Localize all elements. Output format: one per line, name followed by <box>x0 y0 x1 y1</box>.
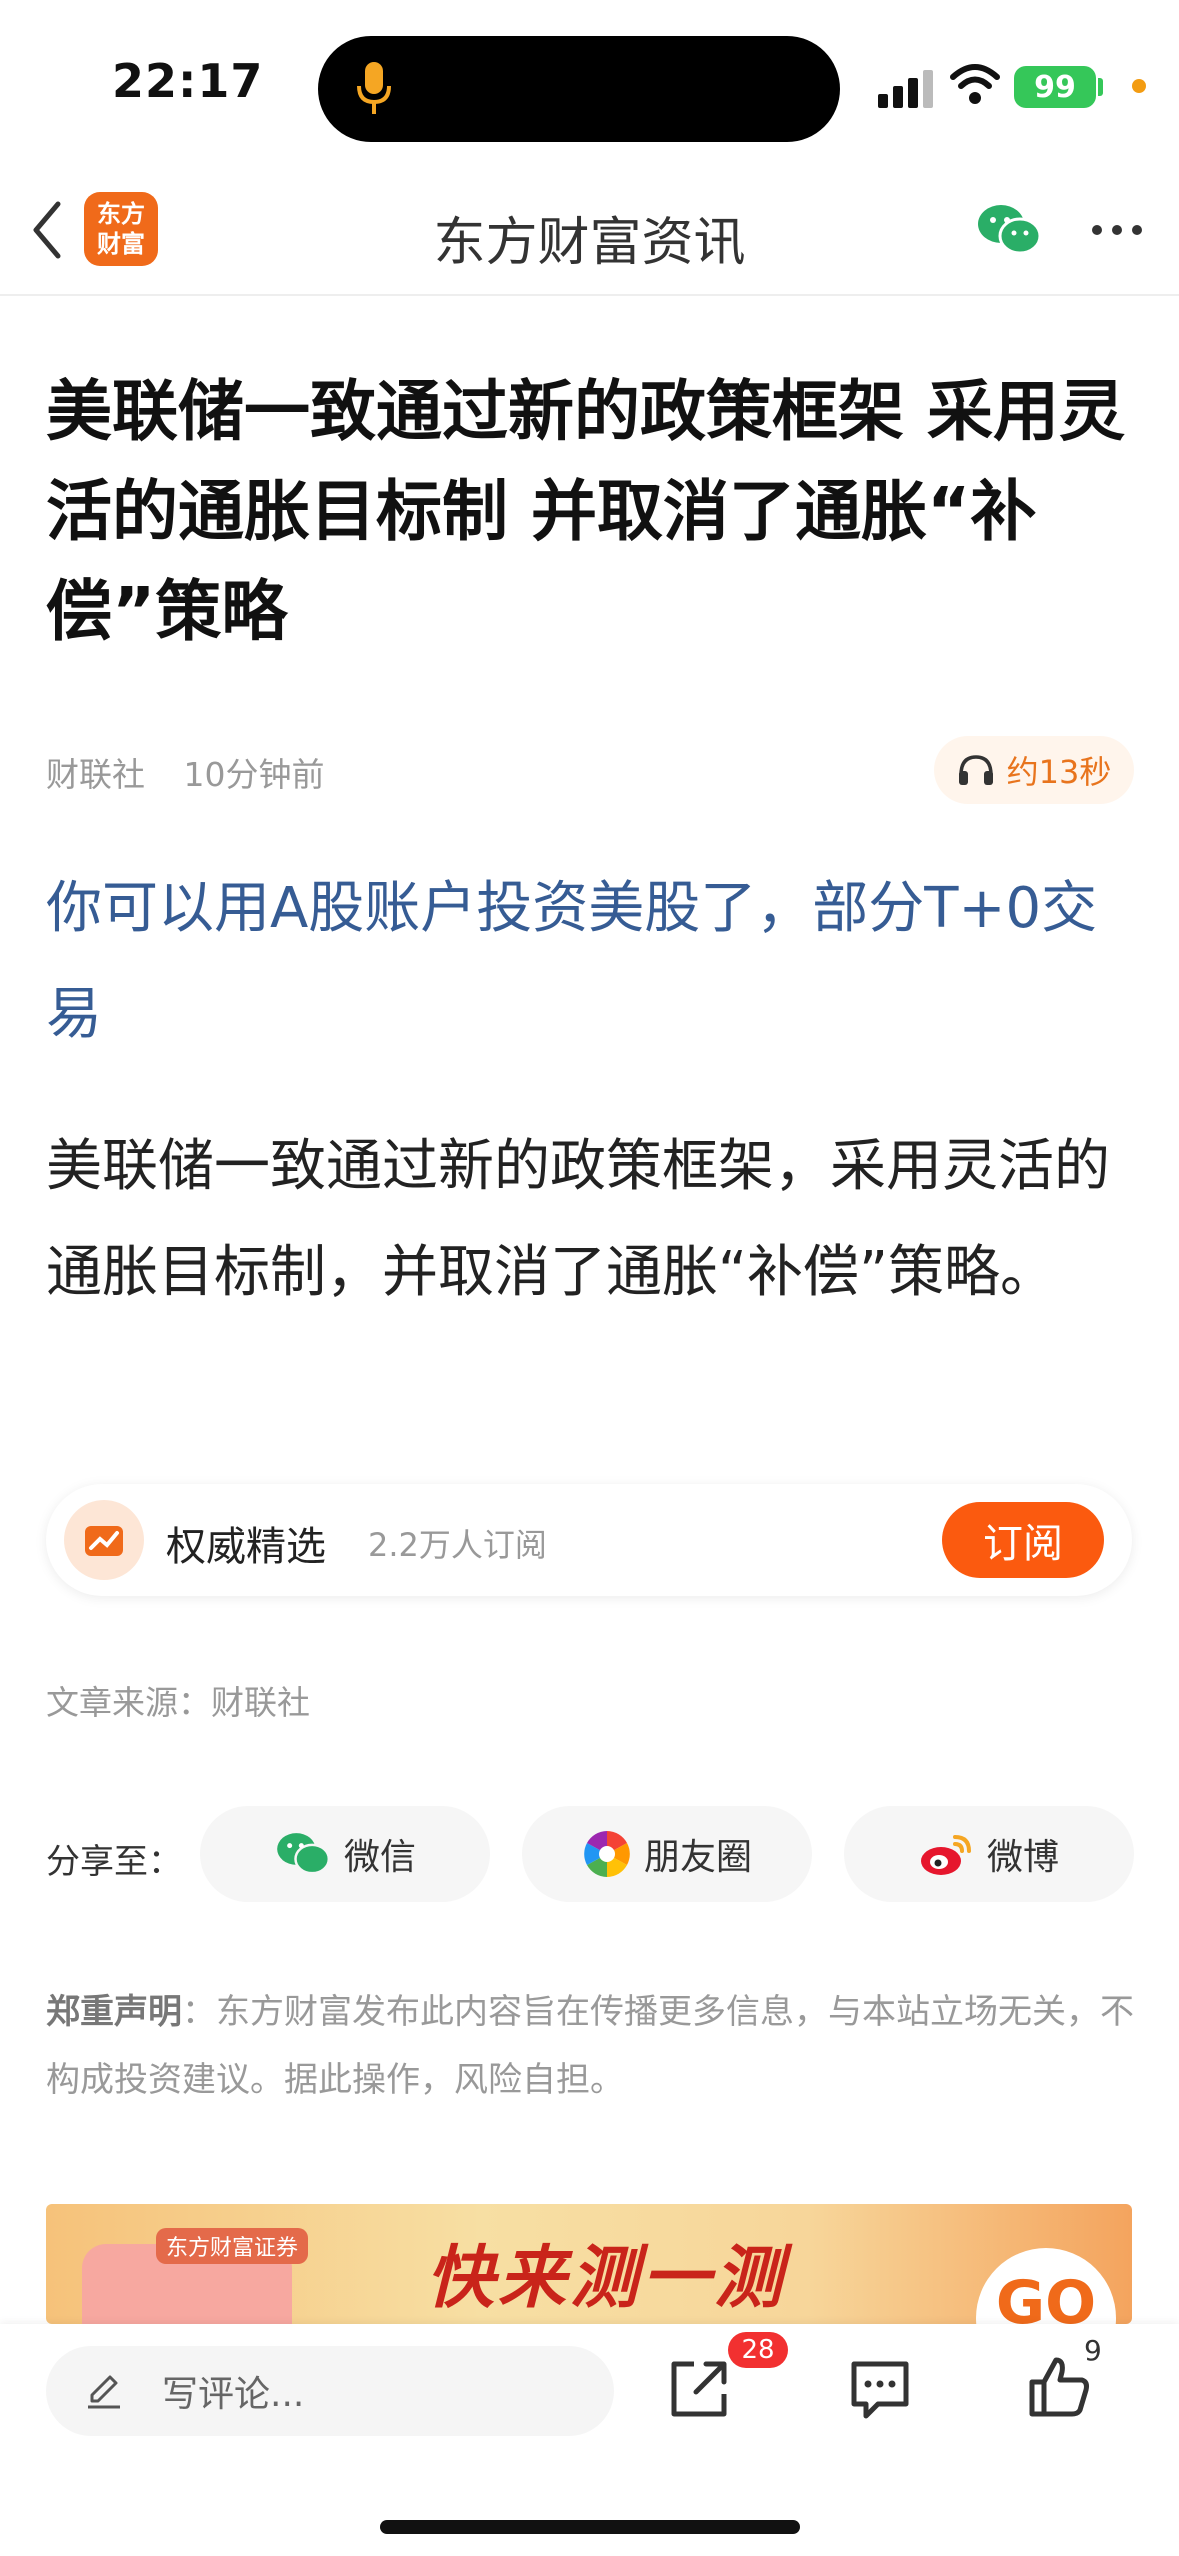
weibo-icon <box>920 1835 971 1875</box>
wechat-share-icon[interactable] <box>976 200 1042 260</box>
share-wechat-button[interactable]: 微信 <box>200 1806 490 1902</box>
headphones-icon <box>958 755 993 785</box>
banner-go-button: GO <box>976 2248 1116 2324</box>
logo-line2: 财富 <box>97 230 145 258</box>
moments-aperture-icon <box>584 1831 630 1877</box>
comment-input[interactable]: 写评论... <box>46 2346 614 2436</box>
subscribe-button[interactable]: 订阅 <box>942 1502 1104 1578</box>
share-weibo-button[interactable]: 微博 <box>844 1806 1134 1902</box>
disclaimer: 郑重声明：东方财富发布此内容旨在传播更多信息，与本站立场无关，不构成投资建议。据… <box>46 1978 1136 2114</box>
disclaimer-title: 郑重声明 <box>46 1992 182 2032</box>
article-source-line: 文章来源：财联社 <box>46 1683 310 1722</box>
listen-duration: 约13秒 <box>1006 753 1112 791</box>
article-headline: 美联储一致通过新的政策框架 采用灵活的通胀目标制 并取消了通胀“补偿”策略 <box>46 373 1125 650</box>
nav-bar: 东方财富资讯 东方 财富 <box>0 170 1179 296</box>
channel-name: 权威精选 <box>166 1524 326 1570</box>
pencil-icon <box>88 2375 120 2409</box>
more-options-icon[interactable] <box>1090 220 1144 240</box>
like-count: 9 <box>1084 2334 1102 2367</box>
microphone-icon <box>357 62 391 114</box>
cellular-signal-icon <box>878 70 933 108</box>
logo-line1: 东方 <box>97 200 145 228</box>
share-count-badge: 28 <box>728 2332 788 2368</box>
promo-banner[interactable]: 东方财富证券 快来测一测 GO <box>46 2204 1132 2324</box>
share-moments-label: 朋友圈 <box>643 1837 752 1878</box>
comment-placeholder: 写评论... <box>162 2374 305 2415</box>
share-wechat-label: 微信 <box>343 1837 416 1878</box>
banner-title: 快来测一测 <box>426 2239 787 2318</box>
dynamic-island <box>318 36 840 142</box>
share-label: 分享至： <box>46 1842 182 1882</box>
status-time: 22:17 <box>112 54 264 108</box>
share-moments-button[interactable]: 朋友圈 <box>522 1806 812 1902</box>
article-meta: 财联社 10分钟前 <box>46 748 353 796</box>
bottom-action-bar: 写评论... 28 9 <box>0 2324 1179 2556</box>
thumbs-up-icon[interactable] <box>1026 2354 1092 2420</box>
status-bar: 22:17 99 <box>0 0 1179 170</box>
channel-trend-icon <box>64 1500 144 1580</box>
article-body: 美联储一致通过新的政策框架，采用灵活的通胀目标制，并取消了通胀“补偿”策略。 <box>46 1134 1110 1305</box>
battery-indicator: 99 <box>1014 66 1096 108</box>
promo-link[interactable]: 你可以用A股账户投资美股了，部分T+0交易 <box>46 856 1146 1068</box>
listen-audio-button[interactable]: 约13秒 <box>934 736 1134 804</box>
home-indicator <box>380 2520 800 2534</box>
article-source: 财联社 <box>46 755 145 794</box>
privacy-indicator-dot <box>1132 79 1146 93</box>
comments-icon[interactable] <box>848 2358 912 2420</box>
wifi-icon <box>950 64 1000 104</box>
battery-tip <box>1098 78 1103 96</box>
subscriber-count: 2.2万人订阅 <box>368 1526 547 1564</box>
disclaimer-text: ：东方财富发布此内容旨在传播更多信息，与本站立场无关，不构成投资建议。据此操作，… <box>46 1992 1134 2100</box>
wechat-icon <box>277 1833 331 1875</box>
back-chevron-icon[interactable] <box>28 198 68 262</box>
banner-brand: 东方财富证券 <box>156 2228 309 2264</box>
app-logo[interactable]: 东方 财富 <box>84 192 158 266</box>
share-weibo-label: 微博 <box>986 1837 1059 1878</box>
subscription-card[interactable]: 权威精选 2.2万人订阅 订阅 <box>46 1484 1132 1596</box>
article-time: 10分钟前 <box>183 755 325 794</box>
share-icon[interactable] <box>666 2356 732 2422</box>
